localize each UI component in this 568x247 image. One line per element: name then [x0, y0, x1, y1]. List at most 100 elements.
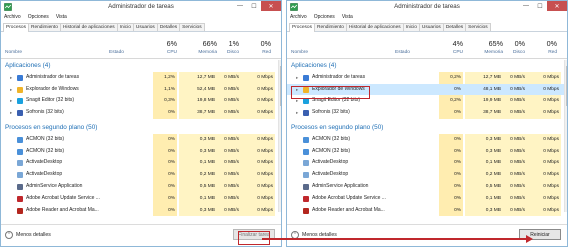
less-details-button[interactable]: ⌃ Menos detalles: [5, 231, 51, 239]
menu-vista[interactable]: Vista: [342, 13, 353, 22]
cell-disk: 0 MB/s: [503, 157, 527, 170]
section-title: Procesos en segundo plano (50): [291, 123, 384, 131]
process-name: ACMON (32 bits): [26, 147, 65, 154]
col-net[interactable]: Red: [259, 50, 271, 55]
table-row[interactable]: AdminService Application 0% 0,5 MB 0 MB/s 0 …: [287, 180, 567, 193]
expand-chevron-icon[interactable]: ▸: [10, 84, 12, 96]
cell-mem: 0,3 MB: [179, 133, 217, 146]
tab-inicio[interactable]: Inicio: [402, 23, 420, 31]
expand-chevron-icon[interactable]: ▸: [296, 107, 298, 119]
col-memory[interactable]: Memoria: [191, 50, 217, 55]
table-row[interactable]: ▸ Sofronis (32 bits) 0% 38,7 MB 0 MB/s 0 Mbps: [1, 107, 281, 119]
cell-cpu: 0%: [439, 192, 463, 205]
cell-cpu: 0%: [153, 192, 177, 205]
cell-cpu: 0%: [153, 133, 177, 146]
col-memory[interactable]: Memoria: [477, 50, 503, 55]
expand-chevron-icon[interactable]: ▸: [296, 72, 298, 84]
tab-rendimiento[interactable]: Rendimiento: [314, 23, 347, 31]
menu-vista[interactable]: Vista: [56, 13, 67, 22]
minimize-button[interactable]: —: [519, 1, 533, 11]
col-name[interactable]: Nombre: [5, 50, 22, 55]
minimize-button[interactable]: —: [233, 1, 247, 11]
expand-chevron-icon[interactable]: ▸: [10, 107, 12, 119]
cell-cpu: 0%: [153, 204, 177, 217]
table-row[interactable]: ActivateDesktop 0% 0,2 MB 0 MB/s 0 Mbps: [1, 169, 281, 181]
cell-net: 0 Mbps: [241, 192, 275, 205]
task-manager-window-before: Administrador de tareas — ☐ ✕ Archivo Op…: [0, 0, 282, 247]
table-row[interactable]: Adobe Reader and Acrobat Ma... 0% 0,3 MB 0 …: [287, 204, 567, 217]
cell-cpu: 0%: [439, 133, 463, 146]
col-state[interactable]: Estado: [109, 50, 124, 55]
table-row[interactable]: AdminService Application 0% 0,5 MB 0 MB/s 0 …: [1, 180, 281, 193]
table-row[interactable]: ▸ Sofronis (32 bits) 0% 38,7 MB 0 MB/s 0 Mbps: [287, 107, 567, 119]
cell-net: 0 Mbps: [527, 157, 561, 170]
tab-procesos[interactable]: Procesos: [289, 23, 315, 32]
table-row[interactable]: ACMON (32 bits) 0% 0,3 MB 0 MB/s 0 Mbps: [287, 133, 567, 146]
tab-inicio[interactable]: Inicio: [116, 23, 134, 31]
vertical-scrollbar[interactable]: [564, 60, 567, 212]
table-row[interactable]: ActivateDesktop 0% 0,1 MB 0 MB/s 0 Mbps: [1, 157, 281, 170]
menu-archivo[interactable]: Archivo: [4, 13, 21, 22]
table-row[interactable]: ACMON (32 bits) 0% 0,3 MB 0 MB/s 0 Mbps: [287, 145, 567, 158]
menu-opciones[interactable]: Opciones: [314, 13, 335, 22]
table-row[interactable]: ▸ Administrador de tareas 1,2% 12,7 MB 0 MB/…: [1, 71, 281, 84]
process-name: ActivateDesktop: [26, 171, 63, 178]
process-name: Administrador de tareas: [26, 73, 80, 80]
memory-total: 66%: [202, 39, 217, 48]
tab-historial[interactable]: Historial de aplicaciones: [59, 23, 118, 31]
disk-total: 0%: [514, 39, 525, 48]
close-button[interactable]: ✕: [547, 1, 567, 11]
menu-opciones[interactable]: Opciones: [28, 13, 49, 22]
section-header: Procesos en segundo plano (50): [1, 122, 281, 134]
process-name: ACMON (32 bits): [26, 135, 65, 142]
table-row[interactable]: Adobe Acrobat Update Service ... 0% 0,1 MB…: [287, 192, 567, 205]
close-button[interactable]: ✕: [261, 1, 281, 11]
tab-detalles[interactable]: Detalles: [442, 23, 467, 31]
table-row[interactable]: Adobe Reader and Acrobat Ma... 0% 0,3 MB 0 …: [1, 204, 281, 217]
cell-disk: 0 MB/s: [217, 95, 241, 108]
tab-servicios[interactable]: Servicios: [179, 23, 205, 31]
cell-mem: 0,1 MB: [465, 157, 503, 170]
col-cpu[interactable]: CPU: [161, 50, 177, 55]
cell-disk: 0 MB/s: [503, 204, 527, 217]
menu-archivo[interactable]: Archivo: [290, 13, 307, 22]
tab-usuarios[interactable]: Usuarios: [418, 23, 444, 31]
table-row[interactable]: ActivateDesktop 0% 0,1 MB 0 MB/s 0 Mbps: [287, 157, 567, 170]
table-header: 6% 66% 1% 0% Nombre Estado CPU Memoria D…: [1, 37, 281, 59]
task-manager-window-after: Administrador de tareas — ☐ ✕ Archivo Op…: [286, 0, 568, 247]
maximize-button[interactable]: ☐: [247, 1, 261, 11]
cell-mem: 0,1 MB: [179, 192, 217, 205]
table-row[interactable]: ▸ Snagit Editor (32 bits) 0,3% 19,8 MB 0 MB/…: [1, 95, 281, 108]
table-row[interactable]: ACMON (32 bits) 0% 0,3 MB 0 MB/s 0 Mbps: [1, 133, 281, 146]
col-net[interactable]: Red: [545, 50, 557, 55]
cell-disk: 0 MB/s: [503, 133, 527, 146]
memory-total: 65%: [488, 39, 503, 48]
scrollbar-thumb[interactable]: [280, 66, 281, 106]
tab-rendimiento[interactable]: Rendimiento: [28, 23, 61, 31]
tab-servicios[interactable]: Servicios: [465, 23, 491, 31]
tab-procesos[interactable]: Procesos: [3, 23, 29, 32]
table-row[interactable]: Adobe Acrobat Update Service ... 0% 0,1 MB…: [1, 192, 281, 205]
col-disk[interactable]: Disco: [509, 50, 525, 55]
expand-chevron-icon[interactable]: ▸: [10, 95, 12, 107]
vertical-scrollbar[interactable]: [278, 60, 281, 212]
table-header: 4% 65% 0% 0% Nombre Estado CPU Memoria D…: [287, 37, 567, 59]
col-state[interactable]: Estado: [395, 50, 410, 55]
expand-chevron-icon[interactable]: ▸: [10, 72, 12, 84]
table-row[interactable]: ▸ Explorador de Windows 1,1% 52,4 MB 0 MB/s 0…: [1, 83, 281, 96]
table-row[interactable]: ACMON (32 bits) 0% 0,3 MB 0 MB/s 0 Mbps: [1, 145, 281, 158]
col-cpu[interactable]: CPU: [447, 50, 463, 55]
table-row[interactable]: ▸ Administrador de tareas 0,2% 12,7 MB 0 MB/…: [287, 71, 567, 84]
tab-historial[interactable]: Historial de aplicaciones: [345, 23, 404, 31]
tab-usuarios[interactable]: Usuarios: [132, 23, 158, 31]
cell-mem: 0,1 MB: [179, 157, 217, 170]
cell-net: 0 Mbps: [241, 180, 275, 193]
cell-net: 0 Mbps: [241, 71, 275, 84]
maximize-button[interactable]: ☐: [533, 1, 547, 11]
col-disk[interactable]: Disco: [223, 50, 239, 55]
table-row[interactable]: ActivateDesktop 0% 0,2 MB 0 MB/s 0 Mbps: [287, 169, 567, 181]
cell-mem: 0,2 MB: [179, 169, 217, 181]
tab-detalles[interactable]: Detalles: [156, 23, 181, 31]
col-name[interactable]: Nombre: [291, 50, 308, 55]
cell-disk: 0 MB/s: [217, 180, 241, 193]
